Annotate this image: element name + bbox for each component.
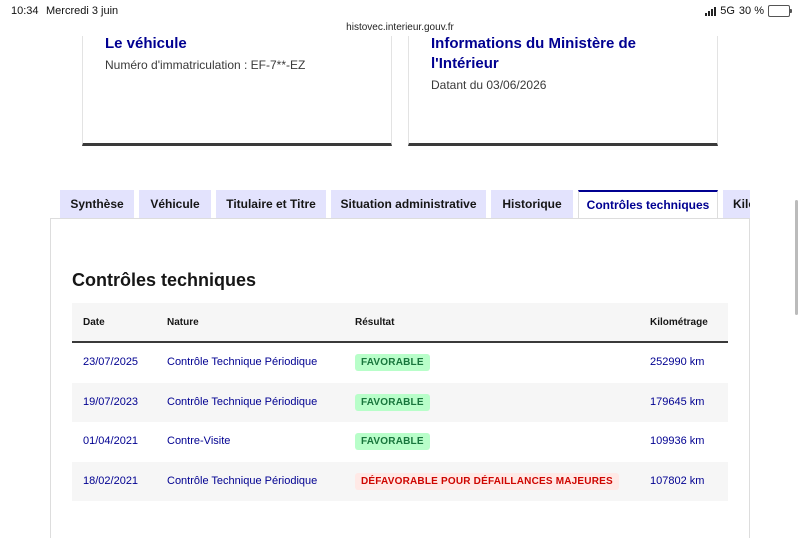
signal-icon [705, 6, 717, 16]
tab-controles-techniques[interactable]: Contrôles techniques [578, 190, 718, 218]
cell-nature: Contre-Visite [167, 435, 231, 447]
clock: 10:34 [11, 5, 39, 17]
tab-bar: Synthèse Véhicule Titulaire et Titre Sit… [60, 190, 750, 218]
registration-number: Numéro d'immatriculation : EF-7**-EZ [105, 58, 306, 72]
tab-kilometrage[interactable]: Kilométrage [723, 190, 750, 218]
cell-nature: Contrôle Technique Périodique [167, 474, 318, 487]
tab-situation-administrative[interactable]: Situation administrative [331, 190, 486, 218]
header-mileage: Kilométrage [650, 317, 708, 328]
data-date: Datant du 03/06/2026 [431, 78, 547, 92]
table-row: 19/07/2023 Contrôle Technique Périodique… [72, 382, 728, 422]
cell-mileage: 252990 km [650, 356, 705, 368]
header-date: Date [83, 317, 105, 328]
card-title-vehicle: Le véhicule [105, 35, 187, 52]
cell-nature: Contrôle Technique Périodique [167, 356, 318, 368]
header-result: Résultat [355, 317, 395, 328]
date: Mercredi 3 juin [46, 5, 119, 17]
cell-mileage: 109936 km [650, 435, 705, 447]
table-row: 23/07/2025 Contrôle Technique Périodique… [72, 343, 728, 383]
cell-date: 23/07/2025 [83, 356, 139, 368]
status-indicators: 5G 30 % [705, 5, 792, 17]
result-badge: FAVORABLE [355, 433, 430, 450]
cell-mileage: 179645 km [650, 395, 705, 408]
section-title: Contrôles techniques [72, 270, 257, 290]
ministry-card: Informations du Ministère de l'Intérieur… [408, 35, 718, 146]
scrollbar[interactable] [795, 200, 798, 315]
card-title-ministry: Informations du Ministère de l'Intérieur [431, 35, 637, 72]
address-bar-url[interactable]: histovec.interieur.gouv.fr [0, 22, 800, 33]
cell-nature: Contrôle Technique Périodique [167, 395, 318, 408]
vehicle-card: Le véhicule Numéro d'immatriculation : E… [82, 35, 392, 146]
result-badge: FAVORABLE [355, 393, 430, 411]
cell-date: 18/02/2021 [83, 474, 139, 487]
network-type: 5G [720, 5, 735, 17]
status-bar: 10:34 Mercredi 3 juin histovec.interieur… [0, 0, 800, 33]
table-row: 01/04/2021 Contre-Visite FAVORABLE 10993… [72, 422, 728, 462]
cell-date: 19/07/2023 [83, 395, 139, 408]
cell-date: 01/04/2021 [83, 435, 139, 447]
table-header: Date Nature Résultat Kilométrage [72, 303, 728, 343]
table-row: 18/02/2021 Contrôle Technique Périodique… [72, 461, 728, 501]
battery-percentage: 30 % [738, 5, 764, 17]
header-nature: Nature [167, 317, 199, 328]
tab-titulaire[interactable]: Titulaire et Titre [216, 190, 326, 218]
cell-mileage: 107802 km [650, 474, 705, 487]
tab-synthese[interactable]: Synthèse [60, 190, 134, 218]
battery-icon [768, 5, 792, 17]
technical-inspections-table: Date Nature Résultat Kilométrage 23/07/2… [72, 303, 728, 501]
tab-historique[interactable]: Historique [491, 190, 573, 218]
result-badge: FAVORABLE [355, 354, 430, 371]
result-badge: DÉFAVORABLE POUR DÉFAILLANCES MAJEURES [355, 472, 619, 490]
tab-vehicule[interactable]: Véhicule [139, 190, 211, 218]
